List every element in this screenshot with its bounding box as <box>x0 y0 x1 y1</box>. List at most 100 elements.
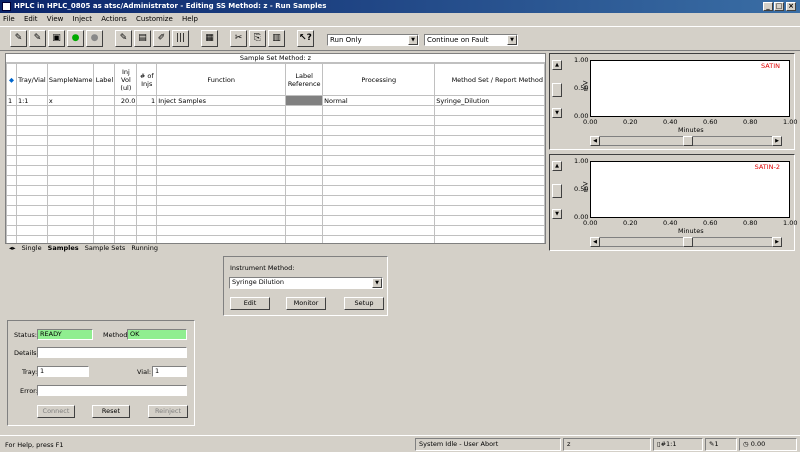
zoom-thumb[interactable] <box>552 184 562 198</box>
table-cell[interactable] <box>114 165 138 176</box>
table-cell[interactable] <box>156 115 287 126</box>
table-cell[interactable] <box>114 195 138 206</box>
table-cell[interactable] <box>15 125 48 136</box>
table-cell[interactable] <box>434 225 545 236</box>
table-cell[interactable] <box>285 135 324 146</box>
menu-actions[interactable]: Actions <box>101 15 127 23</box>
table-cell[interactable] <box>114 175 138 186</box>
tray-field[interactable]: 1 <box>37 366 89 377</box>
table-cell[interactable] <box>93 135 116 146</box>
table-cell[interactable] <box>285 165 324 176</box>
table-cell[interactable] <box>136 145 158 156</box>
table-row[interactable] <box>6 205 545 216</box>
table-row[interactable] <box>6 165 545 176</box>
setup-button[interactable]: Setup <box>344 297 384 310</box>
monitor-button[interactable]: Monitor <box>286 297 326 310</box>
table-cell[interactable] <box>136 205 158 216</box>
table-cell[interactable] <box>93 105 116 116</box>
table-cell[interactable] <box>46 105 95 116</box>
table-cell[interactable]: 1 <box>136 95 158 106</box>
tab-single[interactable]: Single <box>22 244 42 252</box>
table-row[interactable] <box>6 215 545 226</box>
close-button[interactable]: × <box>786 2 796 11</box>
edit-button[interactable]: Edit <box>230 297 270 310</box>
col-sample-name[interactable]: SampleName <box>46 63 95 96</box>
table-cell[interactable] <box>322 145 436 156</box>
table-cell[interactable] <box>156 225 287 236</box>
table-cell[interactable] <box>434 145 545 156</box>
table-cell[interactable] <box>136 225 158 236</box>
document-icon[interactable]: ▤ <box>134 30 151 47</box>
table-cell[interactable] <box>46 175 95 186</box>
table-cell[interactable] <box>46 215 95 226</box>
table-cell[interactable] <box>156 135 287 146</box>
table-cell[interactable] <box>322 105 436 116</box>
table-row[interactable] <box>6 155 545 166</box>
table-cell[interactable] <box>285 205 324 216</box>
scroll-up-icon[interactable]: ▲ <box>552 60 562 70</box>
table-cell[interactable] <box>156 155 287 166</box>
table-cell[interactable] <box>322 125 436 136</box>
scroll-right-icon[interactable]: ▶ <box>772 136 782 146</box>
table-cell[interactable] <box>322 195 436 206</box>
table-row[interactable]: 1 1:1 x 20.0 1 Inject Samples Normal Syringe_Di… <box>6 95 545 106</box>
table-cell[interactable] <box>434 195 545 206</box>
table-cell[interactable] <box>322 135 436 146</box>
table-cell[interactable] <box>6 155 17 166</box>
table-cell[interactable] <box>285 105 324 116</box>
table-cell[interactable] <box>285 95 324 106</box>
table-cell[interactable] <box>15 135 48 146</box>
table-cell[interactable] <box>322 225 436 236</box>
table-cell[interactable] <box>156 205 287 216</box>
table-cell[interactable] <box>285 145 324 156</box>
table-cell[interactable] <box>434 135 545 146</box>
table-cell[interactable] <box>322 155 436 166</box>
stop-run-icon[interactable]: ● <box>86 30 103 47</box>
table-cell[interactable] <box>156 195 287 206</box>
table-cell[interactable] <box>93 225 116 236</box>
scroll-left-icon[interactable]: ◀ <box>590 237 600 247</box>
table-cell[interactable] <box>434 175 545 186</box>
vial-field[interactable]: 1 <box>152 366 187 377</box>
col-num-injs[interactable]: # of Injs <box>136 63 158 96</box>
table-cell[interactable] <box>156 215 287 226</box>
table-cell[interactable] <box>46 205 95 216</box>
table-cell[interactable] <box>156 105 287 116</box>
table-cell[interactable] <box>6 175 17 186</box>
table-cell[interactable] <box>93 215 116 226</box>
table-cell[interactable] <box>434 115 545 126</box>
wizard-icon[interactable]: ✎ <box>115 30 132 47</box>
table-cell[interactable] <box>114 135 138 146</box>
table-cell[interactable] <box>434 165 545 176</box>
table-cell[interactable] <box>434 185 545 196</box>
table-cell[interactable] <box>136 195 158 206</box>
context-help-icon[interactable]: ↖? <box>297 30 314 47</box>
scroll-up-icon[interactable]: ▲ <box>552 161 562 171</box>
table-cell[interactable] <box>136 115 158 126</box>
table-cell[interactable] <box>15 195 48 206</box>
table-cell[interactable] <box>6 205 17 216</box>
table-cell[interactable] <box>285 215 324 226</box>
table-row[interactable] <box>6 115 545 126</box>
table-cell[interactable] <box>93 195 116 206</box>
table-cell[interactable] <box>6 105 17 116</box>
table-icon[interactable]: ▦ <box>201 30 218 47</box>
paste-icon[interactable]: ▥ <box>268 30 285 47</box>
table-cell[interactable] <box>322 165 436 176</box>
table-cell[interactable] <box>285 155 324 166</box>
table-row[interactable] <box>6 175 545 186</box>
table-cell[interactable] <box>136 155 158 166</box>
table-cell[interactable] <box>434 215 545 226</box>
table-cell[interactable] <box>114 185 138 196</box>
chevron-down-icon[interactable]: ▼ <box>372 278 382 288</box>
reinject-button[interactable]: Reinject <box>148 405 188 418</box>
table-cell[interactable] <box>46 165 95 176</box>
table-cell[interactable] <box>15 225 48 236</box>
col-tray-vial[interactable]: Tray/Vial <box>15 63 48 96</box>
table-cell[interactable] <box>285 225 324 236</box>
table-cell[interactable] <box>434 105 545 116</box>
table-cell[interactable] <box>6 215 17 226</box>
instrument-method-select[interactable]: Syringe Dilution ▼ <box>229 277 383 289</box>
table-cell[interactable] <box>93 175 116 186</box>
table-cell[interactable] <box>285 175 324 186</box>
